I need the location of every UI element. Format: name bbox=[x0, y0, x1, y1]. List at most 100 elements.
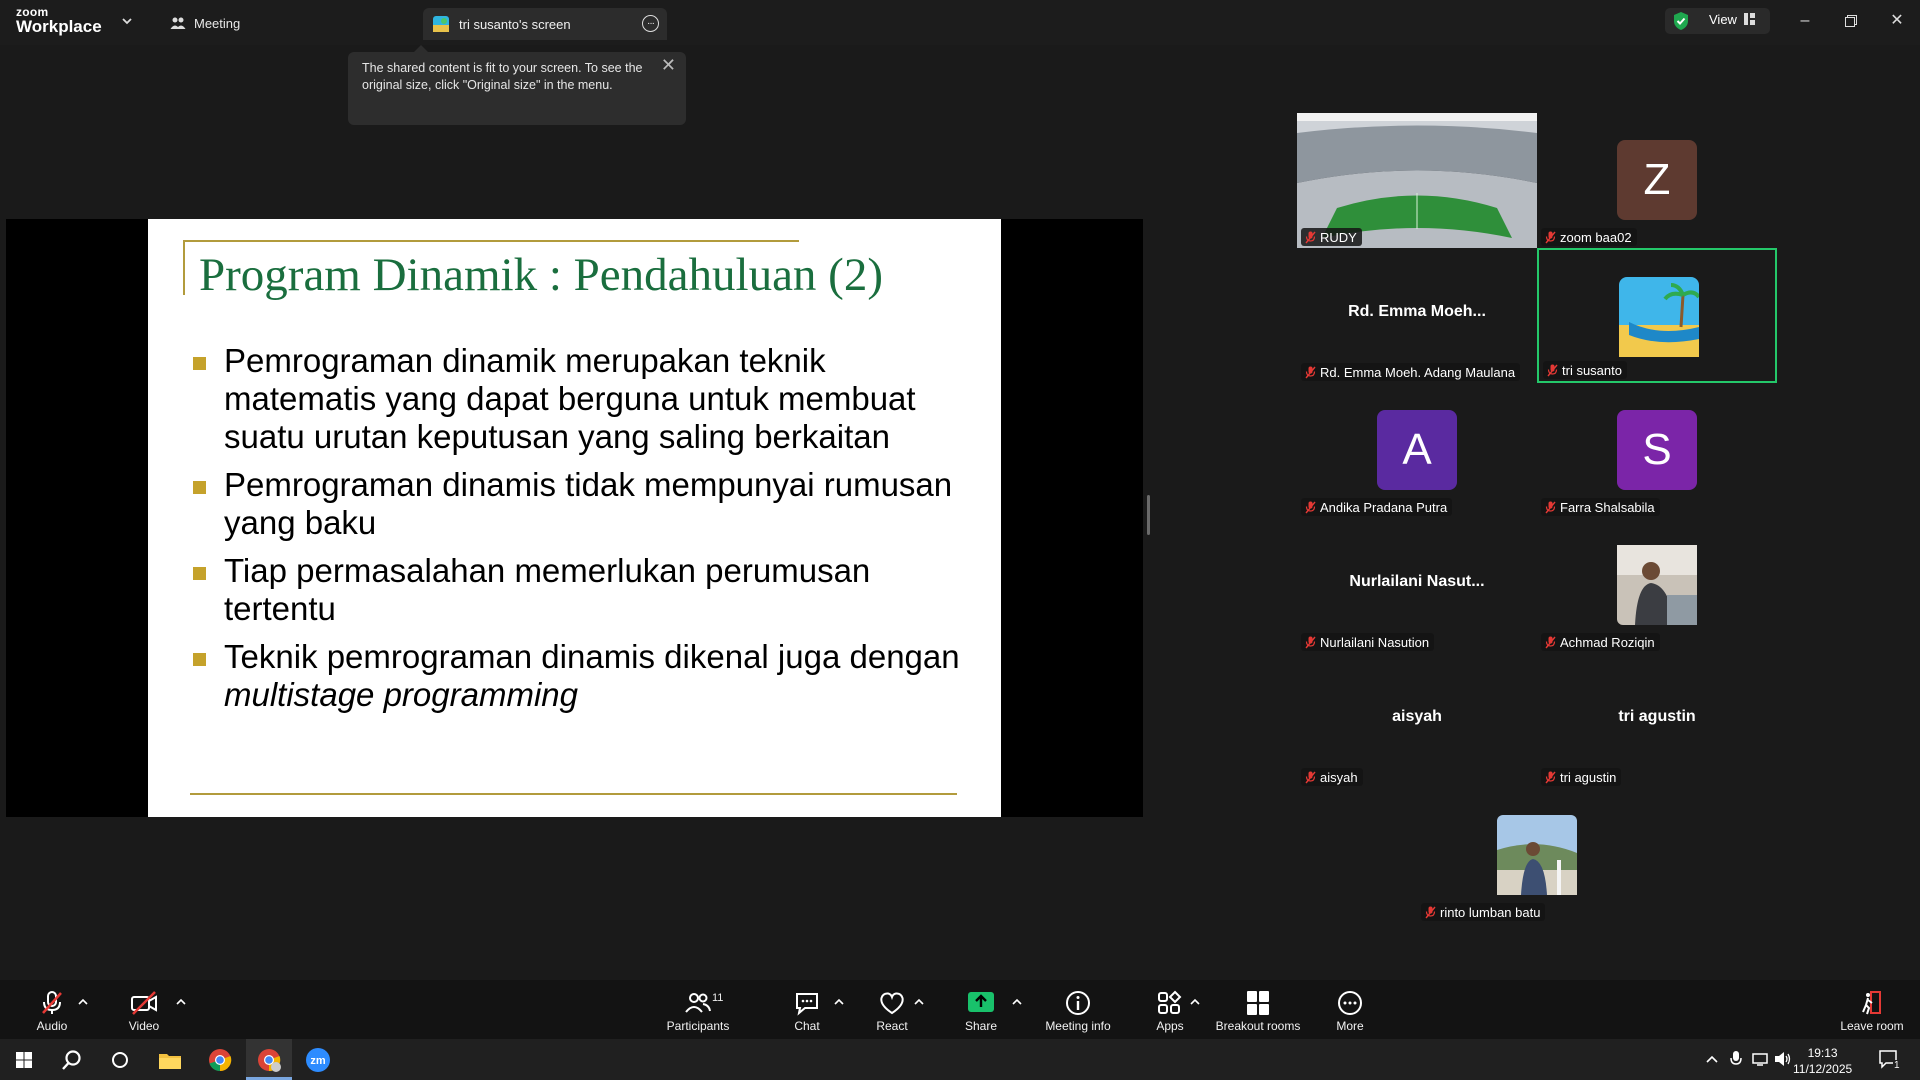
slide-bullet: Pemrograman dinamis tidak mempunyai rumu… bbox=[193, 466, 983, 542]
meeting-info-label: Meeting info bbox=[1045, 1019, 1111, 1033]
participant-tile[interactable]: Achmad Roziqin bbox=[1537, 518, 1777, 653]
microphone-tray-icon[interactable] bbox=[1730, 1050, 1742, 1068]
slide-top-rule bbox=[183, 240, 799, 242]
participant-tile[interactable]: aisyah aisyah bbox=[1297, 653, 1537, 788]
bullet-square-icon bbox=[193, 481, 206, 494]
file-explorer-icon[interactable] bbox=[156, 1046, 184, 1074]
participant-name: Nurlailani Nasution bbox=[1320, 634, 1430, 650]
participant-name-label: tri susanto bbox=[1543, 361, 1627, 379]
chevron-down-icon[interactable] bbox=[120, 14, 134, 28]
search-icon[interactable] bbox=[58, 1046, 86, 1074]
presentation-slide: Program Dinamik : Pendahuluan (2) Pemrog… bbox=[148, 219, 1001, 817]
participant-name-label: tri agustin bbox=[1541, 768, 1622, 786]
bullet-square-icon bbox=[193, 653, 206, 666]
participant-initial: Z bbox=[1643, 155, 1671, 204]
tray-chevron-up-icon[interactable] bbox=[1706, 1054, 1718, 1064]
mic-muted-icon bbox=[1545, 636, 1556, 648]
participant-tile[interactable]: tri agustin tri agustin bbox=[1537, 653, 1777, 788]
participant-name: tri agustin bbox=[1560, 769, 1617, 785]
leave-room-button[interactable]: Leave room bbox=[1838, 980, 1906, 1039]
participant-display-name: Rd. Emma Moeh... bbox=[1348, 303, 1486, 320]
video-caret-icon[interactable] bbox=[176, 998, 186, 1006]
windows-start-icon[interactable] bbox=[10, 1046, 38, 1074]
participants-button[interactable]: Participants bbox=[662, 980, 734, 1039]
close-icon[interactable]: ✕ bbox=[661, 56, 676, 74]
security-shield-icon[interactable] bbox=[1672, 11, 1690, 31]
info-icon bbox=[1066, 991, 1090, 1015]
chrome-icon[interactable] bbox=[206, 1046, 234, 1074]
video-button[interactable]: Video bbox=[124, 980, 164, 1039]
mic-muted-icon bbox=[42, 991, 62, 1014]
breakout-rooms-button[interactable]: Breakout rooms bbox=[1212, 980, 1304, 1039]
audio-button[interactable]: Audio bbox=[32, 980, 72, 1039]
svg-text:zm: zm bbox=[310, 1055, 326, 1067]
react-button[interactable]: React bbox=[872, 980, 912, 1039]
slide-left-rule bbox=[183, 240, 185, 295]
windows-taskbar: zm 19:13 11/12/2025 1 bbox=[0, 1039, 1920, 1080]
participant-avatar-initial: Z bbox=[1617, 140, 1697, 220]
participant-name: Achmad Roziqin bbox=[1560, 634, 1655, 650]
share-label: Share bbox=[964, 1019, 998, 1033]
audio-label: Audio bbox=[36, 1019, 68, 1033]
slide-bullet: Teknik pemrograman dinamis dikenal juga … bbox=[193, 638, 983, 714]
participant-tile[interactable]: Zzoom baa02 bbox=[1537, 113, 1777, 248]
participant-name-label: aisyah bbox=[1301, 768, 1363, 786]
slide-bullet-list: Pemrograman dinamik merupakan teknik mat… bbox=[193, 342, 983, 724]
slide-bullet-text: Teknik pemrograman dinamis dikenal juga … bbox=[224, 638, 960, 675]
participant-tile[interactable]: Rd. Emma Moeh... Rd. Emma Moeh. Adang Mau… bbox=[1297, 248, 1537, 383]
chrome-profile-icon[interactable] bbox=[255, 1046, 283, 1074]
participant-display-name: tri agustin bbox=[1618, 708, 1696, 725]
participant-tile[interactable]: Nurlailani Nasut... Nurlailani Nasution bbox=[1297, 518, 1537, 653]
participant-name-label: RUDY bbox=[1301, 228, 1362, 246]
mic-muted-icon bbox=[1305, 501, 1316, 513]
apps-icon bbox=[1158, 990, 1182, 1014]
network-icon[interactable] bbox=[1752, 1051, 1770, 1067]
participant-tile[interactable]: S Farra Shalsabila bbox=[1537, 383, 1777, 518]
apps-button[interactable]: Apps bbox=[1152, 980, 1188, 1039]
notification-count: 1 bbox=[1893, 1060, 1901, 1071]
participant-tile[interactable]: RUDY bbox=[1297, 113, 1537, 248]
more-options-icon[interactable]: ··· bbox=[642, 15, 659, 32]
react-caret-icon[interactable] bbox=[914, 998, 924, 1006]
chat-button[interactable]: Chat bbox=[788, 980, 826, 1039]
mic-muted-icon bbox=[1305, 636, 1316, 648]
bullet-square-icon bbox=[193, 567, 206, 580]
meeting-tab-label: Meeting bbox=[194, 15, 241, 31]
participant-name: zoom baa02 bbox=[1560, 229, 1632, 245]
share-caret-icon[interactable] bbox=[1012, 998, 1022, 1006]
volume-icon[interactable] bbox=[1774, 1051, 1792, 1067]
screen-share-avatar-icon bbox=[433, 16, 449, 32]
people-icon bbox=[170, 17, 186, 29]
panel-resize-handle[interactable] bbox=[1147, 495, 1150, 535]
participant-name-label: Andika Pradana Putra bbox=[1301, 498, 1453, 516]
participant-name: RUDY bbox=[1320, 229, 1357, 245]
video-label: Video bbox=[128, 1019, 160, 1033]
participant-tile[interactable]: tri susanto bbox=[1537, 248, 1777, 383]
meeting-tab[interactable]: Meeting bbox=[170, 12, 240, 34]
restore-icon[interactable] bbox=[1839, 10, 1863, 32]
chat-caret-icon[interactable] bbox=[834, 998, 844, 1006]
leave-room-label: Leave room bbox=[1840, 1019, 1904, 1033]
participant-tile[interactable]: rinto lumban batu bbox=[1417, 788, 1657, 923]
participant-name-label: Achmad Roziqin bbox=[1541, 633, 1660, 651]
meeting-info-button[interactable]: Meeting info bbox=[1040, 980, 1116, 1039]
share-screen-icon bbox=[968, 992, 994, 1012]
breakout-rooms-label: Breakout rooms bbox=[1215, 1019, 1301, 1033]
slide-bullet-text: Pemrograman dinamik merupakan teknik mat… bbox=[224, 342, 916, 455]
task-view-icon[interactable] bbox=[106, 1046, 134, 1074]
zoom-app-icon[interactable]: zm bbox=[304, 1046, 332, 1074]
share-button[interactable]: Share bbox=[960, 980, 1002, 1039]
close-window-icon[interactable]: ✕ bbox=[1885, 10, 1909, 32]
participants-count: 11 bbox=[712, 992, 724, 1004]
participant-name-label: Rd. Emma Moeh. Adang Maulana bbox=[1301, 363, 1521, 381]
audio-caret-icon[interactable] bbox=[78, 998, 88, 1006]
minimize-icon[interactable]: – bbox=[1793, 10, 1817, 32]
slide-bullet-text: Pemrograman dinamis tidak mempunyai rumu… bbox=[224, 466, 953, 541]
apps-caret-icon[interactable] bbox=[1190, 998, 1200, 1006]
participant-avatar-photo bbox=[1497, 815, 1577, 895]
participant-tile[interactable]: A Andika Pradana Putra bbox=[1297, 383, 1537, 518]
shared-screen-tab[interactable]: tri susanto's screen ··· bbox=[423, 8, 667, 40]
clock[interactable]: 19:13 11/12/2025 bbox=[1793, 1045, 1852, 1077]
more-button[interactable]: More bbox=[1334, 980, 1366, 1039]
apps-label: Apps bbox=[1156, 1019, 1184, 1033]
